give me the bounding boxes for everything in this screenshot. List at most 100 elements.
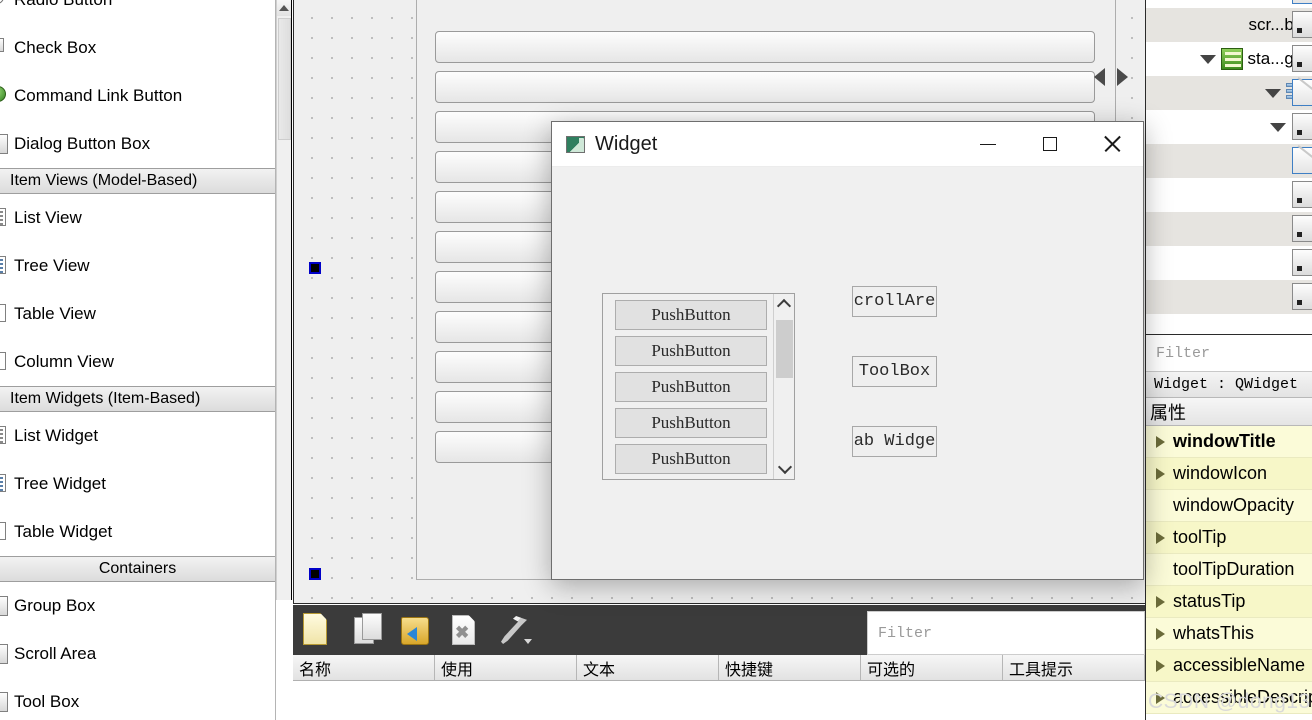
action-editor-column-header[interactable]: 使用 — [435, 655, 577, 680]
property-row-toolTip[interactable]: toolTip — [1146, 522, 1312, 554]
object-tree-row-editor[interactable] — [1292, 145, 1312, 174]
preview-scroll-area-scrollbar[interactable] — [773, 294, 794, 479]
canvas-ghost-button[interactable] — [435, 71, 1095, 103]
widget-box-item-table-widget[interactable]: Table Widget — [0, 508, 275, 556]
scroll-up-button[interactable] — [774, 294, 794, 318]
widget-box-item-column-view[interactable]: Column View — [0, 338, 275, 386]
action-editor-column-headers[interactable]: 名称 使用 文本 快捷键 可选的 工具提示 — [293, 655, 1145, 681]
scrollbar-thumb[interactable] — [776, 320, 793, 378]
expand-triangle-icon[interactable] — [1156, 595, 1165, 608]
object-inspector-tree[interactable]: scr...btnsta...get... — [1146, 0, 1312, 334]
expand-triangle-icon[interactable] — [1156, 627, 1165, 640]
preview-title-bar[interactable]: Widget — [552, 122, 1143, 167]
property-filter-input[interactable]: Filter — [1146, 334, 1312, 372]
object-tree-row-editor[interactable] — [1292, 249, 1312, 276]
expand-triangle-icon[interactable] — [1156, 435, 1165, 448]
triangle-down-icon[interactable] — [1199, 54, 1216, 64]
widget-box-item-check-box[interactable]: Check Box — [0, 24, 275, 72]
object-tree-row[interactable] — [1146, 212, 1312, 246]
object-tree-row-editor[interactable] — [1292, 283, 1312, 310]
widget-box-item-list-view[interactable]: List View — [0, 194, 275, 242]
preview-window-controls[interactable] — [957, 122, 1143, 167]
widget-box-group-containers[interactable]: Containers — [0, 556, 275, 582]
action-editor-column-header[interactable]: 可选的 — [861, 655, 1003, 680]
widget-box-item-command-link-button[interactable]: Command Link Button — [0, 72, 275, 120]
widget-box-item-tree-view[interactable]: Tree View — [0, 242, 275, 290]
widget-box-item-tool-box[interactable]: Tool Box — [0, 678, 275, 720]
object-tree-row[interactable]: sta...get — [1146, 42, 1312, 76]
widget-preview-window[interactable]: Widget PushButton PushButton PushButton Pus… — [551, 121, 1144, 580]
object-tree-row-editor[interactable] — [1292, 215, 1312, 242]
action-editor-rows[interactable] — [293, 681, 1145, 720]
preview-body[interactable]: PushButton PushButton PushButton PushButton… — [552, 167, 1143, 580]
object-tree-row-editor[interactable] — [1292, 11, 1312, 38]
widget-box-item-list-widget[interactable]: List Widget — [0, 412, 275, 460]
property-row-windowOpacity[interactable]: windowOpacity — [1146, 490, 1312, 522]
property-row-accessibleDescription[interactable]: accessibleDescription — [1146, 682, 1312, 714]
property-row-toolTipDuration[interactable]: toolTipDuration — [1146, 554, 1312, 586]
object-tree-row-editor[interactable] — [1292, 45, 1312, 72]
action-editor-column-header[interactable]: 名称 — [293, 655, 435, 680]
action-editor-filter-input[interactable]: Filter — [867, 611, 1145, 655]
preview-toolbox-button[interactable]: ToolBox — [852, 356, 937, 387]
property-row-windowTitle[interactable]: windowTitle — [1146, 426, 1312, 458]
copy-action-icon[interactable] — [352, 613, 384, 647]
maximize-button[interactable] — [1019, 122, 1081, 167]
widget-box-panel[interactable]: Radio Button Check Box Command Link Button… — [0, 0, 276, 720]
object-tree-row[interactable] — [1146, 178, 1312, 212]
scrollbar-up-arrow[interactable] — [277, 0, 291, 16]
object-tree-row-editor[interactable] — [1292, 0, 1312, 4]
minimize-button[interactable] — [957, 122, 1019, 167]
object-tree-row[interactable] — [1146, 280, 1312, 314]
preview-scrollarea-button[interactable]: crollAre — [852, 286, 937, 317]
widget-box-item-table-view[interactable]: Table View — [0, 290, 275, 338]
object-tree-row[interactable]: ... — [1146, 110, 1312, 144]
preview-push-button[interactable]: PushButton — [615, 300, 767, 330]
widget-box-scrollbar[interactable] — [276, 0, 292, 600]
expand-triangle-icon[interactable] — [1156, 659, 1165, 672]
action-editor-column-header[interactable]: 文本 — [577, 655, 719, 680]
property-row-accessibleName[interactable]: accessibleName — [1146, 650, 1312, 682]
object-tree-row-editor[interactable] — [1292, 113, 1312, 140]
widget-box-list[interactable]: Radio Button Check Box Command Link Button… — [0, 0, 275, 720]
expand-triangle-icon[interactable] — [1156, 691, 1165, 704]
widget-box-group-item-views-model-based[interactable]: Item Views (Model-Based) — [0, 168, 275, 194]
right-dock-area[interactable]: scr...btnsta...get... Filter Widget : QW… — [1145, 0, 1312, 720]
object-tree-row[interactable] — [1146, 0, 1312, 8]
preview-scroll-area[interactable]: PushButton PushButton PushButton PushButton… — [602, 293, 795, 480]
new-action-icon[interactable] — [303, 613, 335, 647]
preview-push-button[interactable]: PushButton — [615, 372, 767, 402]
object-tree-row-editor[interactable] — [1292, 181, 1312, 208]
triangle-down-icon[interactable] — [1269, 122, 1286, 132]
widget-box-item-radio-button[interactable]: Radio Button — [0, 0, 275, 24]
expand-triangle-icon[interactable] — [1156, 531, 1165, 544]
widget-box-group-item-widgets-item-based[interactable]: Item Widgets (Item-Based) — [0, 386, 275, 412]
scrollbar-thumb[interactable] — [278, 18, 291, 140]
widget-box-item-dialog-button-box[interactable]: Dialog Button Box — [0, 120, 275, 168]
selection-handle[interactable] — [309, 568, 321, 580]
widget-box-item-tree-widget[interactable]: Tree Widget — [0, 460, 275, 508]
preview-tabwidget-button[interactable]: ab Widge — [852, 426, 937, 457]
widget-box-item-group-box[interactable]: Group Box — [0, 582, 275, 630]
preview-scroll-area-content[interactable]: PushButton PushButton PushButton PushButton… — [603, 294, 775, 474]
action-editor-column-header[interactable]: 快捷键 — [719, 655, 861, 680]
property-row-whatsThis[interactable]: whatsThis — [1146, 618, 1312, 650]
expand-triangle-icon[interactable] — [1156, 467, 1165, 480]
selection-handle[interactable] — [309, 262, 321, 274]
triangle-left-icon[interactable] — [1094, 68, 1105, 86]
object-tree-row[interactable] — [1146, 144, 1312, 178]
canvas-tab-arrows[interactable] — [1094, 68, 1128, 86]
property-row-statusTip[interactable]: statusTip — [1146, 586, 1312, 618]
widget-box-item-scroll-area[interactable]: Scroll Area — [0, 630, 275, 678]
canvas-ghost-button[interactable] — [435, 31, 1095, 63]
action-editor-column-header[interactable]: 工具提示 — [1003, 655, 1145, 680]
action-editor-panel[interactable]: ✖ Filter 名称 使用 文本 快捷键 可选的 工具提示 — [293, 605, 1145, 720]
scroll-down-button[interactable] — [774, 455, 794, 479]
preview-push-button[interactable]: PushButton — [615, 444, 767, 474]
preview-push-button[interactable]: PushButton — [615, 408, 767, 438]
property-column-header[interactable]: 属性 — [1146, 398, 1312, 426]
property-row-windowIcon[interactable]: windowIcon — [1146, 458, 1312, 490]
delete-action-icon[interactable]: ✖ — [450, 613, 482, 647]
edit-action-icon[interactable] — [401, 613, 433, 647]
configure-action-icon[interactable] — [499, 613, 532, 647]
